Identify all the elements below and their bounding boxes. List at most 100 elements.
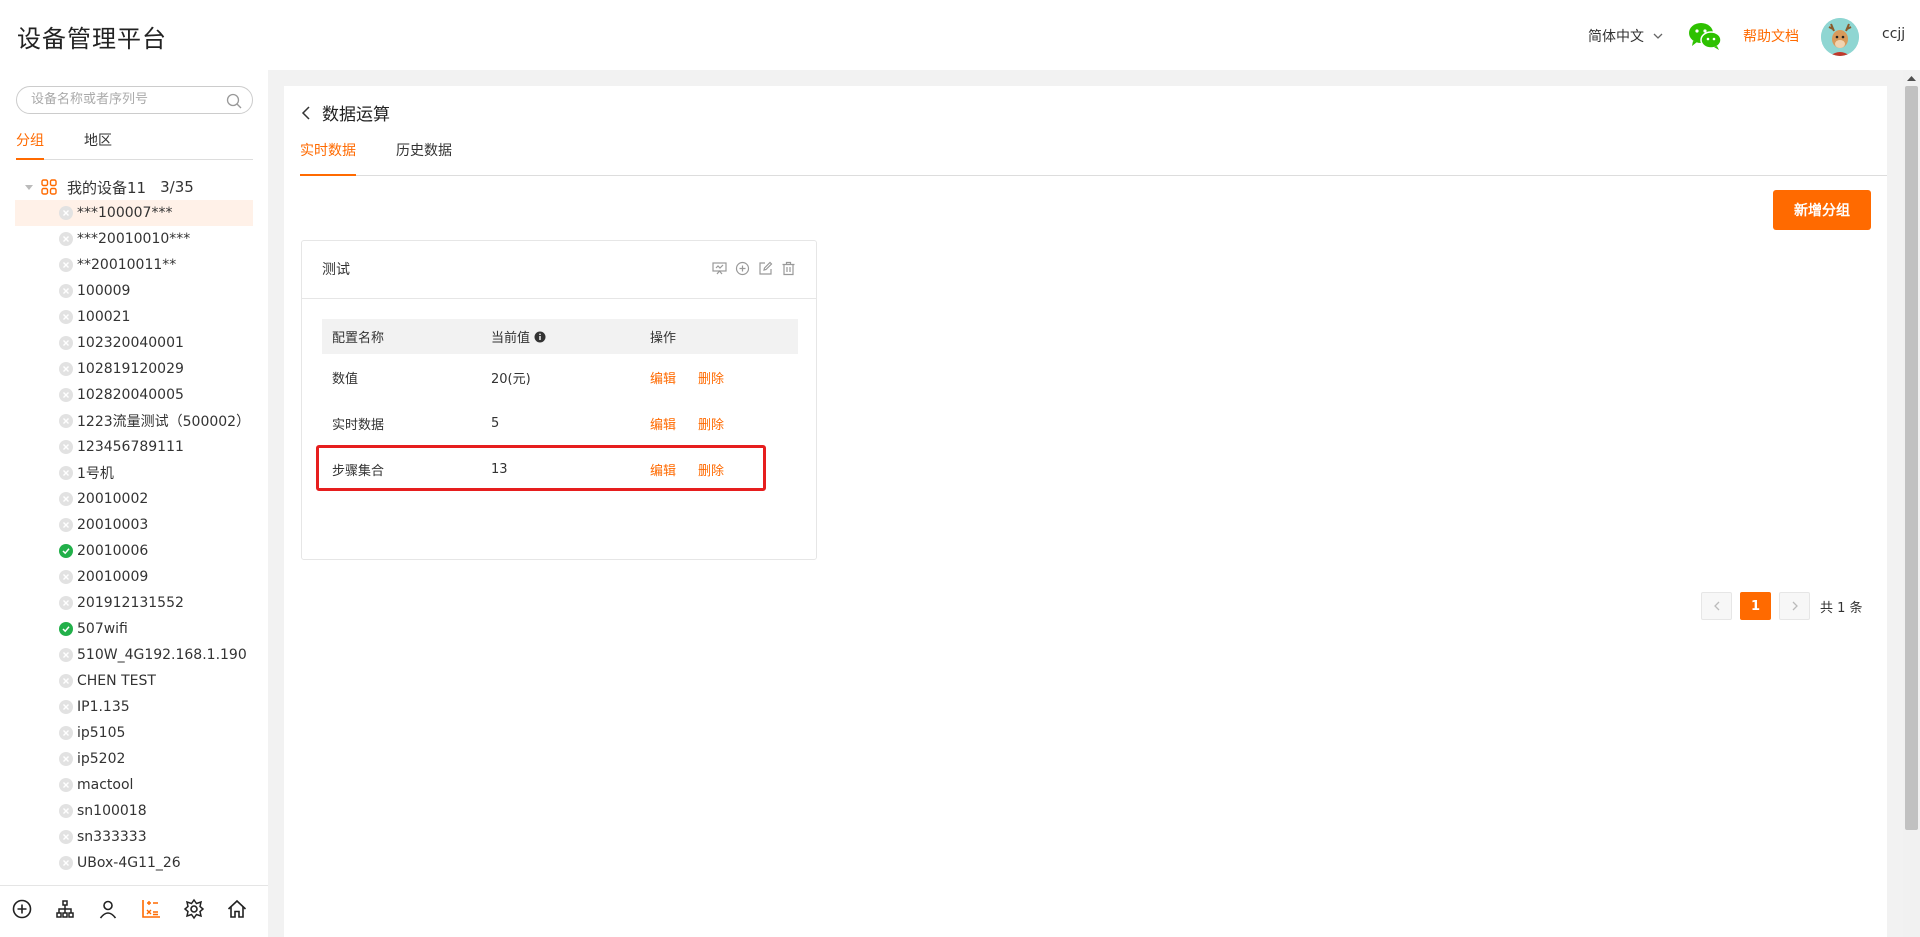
settings-flower-icon[interactable] [183, 898, 205, 920]
device-item[interactable]: 102820040005 [15, 382, 253, 408]
help-docs-link[interactable]: 帮助文档 [1743, 26, 1799, 46]
wechat-icon[interactable] [1688, 22, 1722, 50]
data-calc-icon[interactable] [140, 898, 162, 920]
device-item[interactable]: 1223流量测试（500002） [15, 408, 253, 434]
total-count: 共 1 条 [1820, 600, 1863, 616]
tree-group-root[interactable]: 我的设备11 3/35 [24, 176, 194, 198]
device-item[interactable]: 123456789111 [15, 434, 253, 460]
device-item[interactable]: 20010003 [15, 512, 253, 538]
actions-cell: 编辑 删除 [640, 368, 798, 387]
username: ccjj [1882, 26, 1906, 42]
search-icon[interactable] [226, 93, 242, 109]
offline-x-icon [59, 206, 73, 220]
col-current-value: 当前值 [481, 327, 640, 346]
device-item[interactable]: ***20010010*** [15, 226, 253, 252]
device-name: 100021 [77, 309, 131, 325]
device-item[interactable]: UBox-4G11_26 [15, 850, 253, 876]
avatar[interactable] [1821, 18, 1859, 56]
offline-x-icon [59, 466, 73, 480]
device-item[interactable]: mactool [15, 772, 253, 798]
offline-x-icon [59, 804, 73, 818]
org-tree-icon[interactable] [54, 898, 76, 920]
delete-link[interactable]: 删除 [698, 414, 724, 433]
device-item[interactable]: 100021 [15, 304, 253, 330]
device-name: 510W_4G192.168.1.190 [77, 647, 247, 663]
group-icon [41, 179, 57, 195]
delete-link[interactable]: 删除 [698, 368, 724, 387]
table-row: 实时数据 5 编辑 删除 [322, 400, 798, 446]
tab-region[interactable]: 地区 [84, 130, 112, 160]
page-title: 数据运算 [322, 105, 390, 125]
device-item[interactable]: 102819120029 [15, 356, 253, 382]
device-item[interactable]: ip5202 [15, 746, 253, 772]
current-value-cell: 5 [491, 415, 500, 431]
device-name: UBox-4G11_26 [77, 855, 181, 871]
device-item[interactable]: 510W_4G192.168.1.190 [15, 642, 253, 668]
device-item[interactable]: IP1.135 [15, 694, 253, 720]
device-item[interactable]: ip5105 [15, 720, 253, 746]
search-input[interactable] [31, 92, 221, 107]
language-selector[interactable]: 简体中文 [1588, 26, 1664, 46]
add-circle-icon[interactable] [11, 898, 33, 920]
device-item[interactable]: 20010009 [15, 564, 253, 590]
device-name: **20010011** [77, 257, 177, 273]
device-item[interactable]: **20010011** [15, 252, 253, 278]
device-item[interactable]: 102320040001 [15, 330, 253, 356]
offline-x-icon [59, 830, 73, 844]
tab-realtime-data[interactable]: 实时数据 [300, 136, 356, 176]
device-name: sn100018 [77, 803, 147, 819]
device-item[interactable]: 20010002 [15, 486, 253, 512]
device-item[interactable]: 20010006 [15, 538, 253, 564]
device-name: 20010003 [77, 517, 149, 533]
offline-x-icon [59, 856, 73, 870]
device-name: 100009 [77, 283, 131, 299]
offline-x-icon [59, 258, 73, 272]
group-card: 测试 配置名称 当前值 操作 数值 20(元) 编辑 删除 实时数据 5 编辑 删除 步骤集合 1… [301, 240, 817, 560]
add-circle-icon[interactable] [735, 261, 750, 276]
offline-x-icon [59, 232, 73, 246]
edit-link[interactable]: 编辑 [650, 414, 676, 433]
config-name-cell: 实时数据 [332, 417, 385, 433]
info-icon[interactable] [534, 331, 546, 343]
page-1-button[interactable]: 1 [1740, 592, 1771, 620]
device-name: 123456789111 [77, 439, 184, 455]
scrollbar-thumb[interactable] [1905, 86, 1918, 830]
device-name: 102819120029 [77, 361, 184, 377]
tab-group[interactable]: 分组 [16, 130, 44, 160]
device-item[interactable]: 201912131552 [15, 590, 253, 616]
device-name: 1号机 [77, 466, 114, 482]
device-name: 201912131552 [77, 595, 184, 611]
prev-page-button[interactable] [1701, 592, 1732, 620]
app-title: 设备管理平台 [17, 25, 167, 53]
chevron-left-icon[interactable] [300, 105, 312, 120]
monitor-icon[interactable] [712, 261, 727, 276]
edit-link[interactable]: 编辑 [650, 368, 676, 387]
user-icon[interactable] [97, 898, 119, 920]
online-check-icon [59, 544, 73, 558]
device-item[interactable]: 507wifi [15, 616, 253, 642]
next-page-button[interactable] [1779, 592, 1810, 620]
delete-link[interactable]: 删除 [698, 460, 724, 479]
trash-icon[interactable] [781, 261, 796, 276]
offline-x-icon [59, 674, 73, 688]
device-item[interactable]: 1号机 [15, 460, 253, 486]
scroll-up-arrow-icon[interactable] [1905, 73, 1918, 83]
home-icon[interactable] [226, 898, 248, 920]
device-item[interactable]: CHEN TEST [15, 668, 253, 694]
device-item[interactable]: 100009 [15, 278, 253, 304]
device-item[interactable]: sn100018 [15, 798, 253, 824]
device-name: sn333333 [77, 829, 147, 845]
edit-link[interactable]: 编辑 [650, 460, 676, 479]
tab-history-data[interactable]: 历史数据 [396, 136, 452, 176]
offline-x-icon [59, 492, 73, 506]
device-name: 20010009 [77, 569, 149, 585]
device-item[interactable]: ***100007*** [15, 200, 253, 226]
offline-x-icon [59, 648, 73, 662]
add-group-button[interactable]: 新增分组 [1773, 190, 1871, 230]
back-nav[interactable]: 数据运算 [300, 100, 390, 125]
device-item[interactable]: sn333333 [15, 824, 253, 850]
edit-icon[interactable] [758, 261, 773, 276]
caret-down-icon[interactable] [24, 182, 34, 192]
group-count: 3/35 [160, 178, 194, 196]
pagination: 1 共 1 条 [1701, 592, 1863, 620]
